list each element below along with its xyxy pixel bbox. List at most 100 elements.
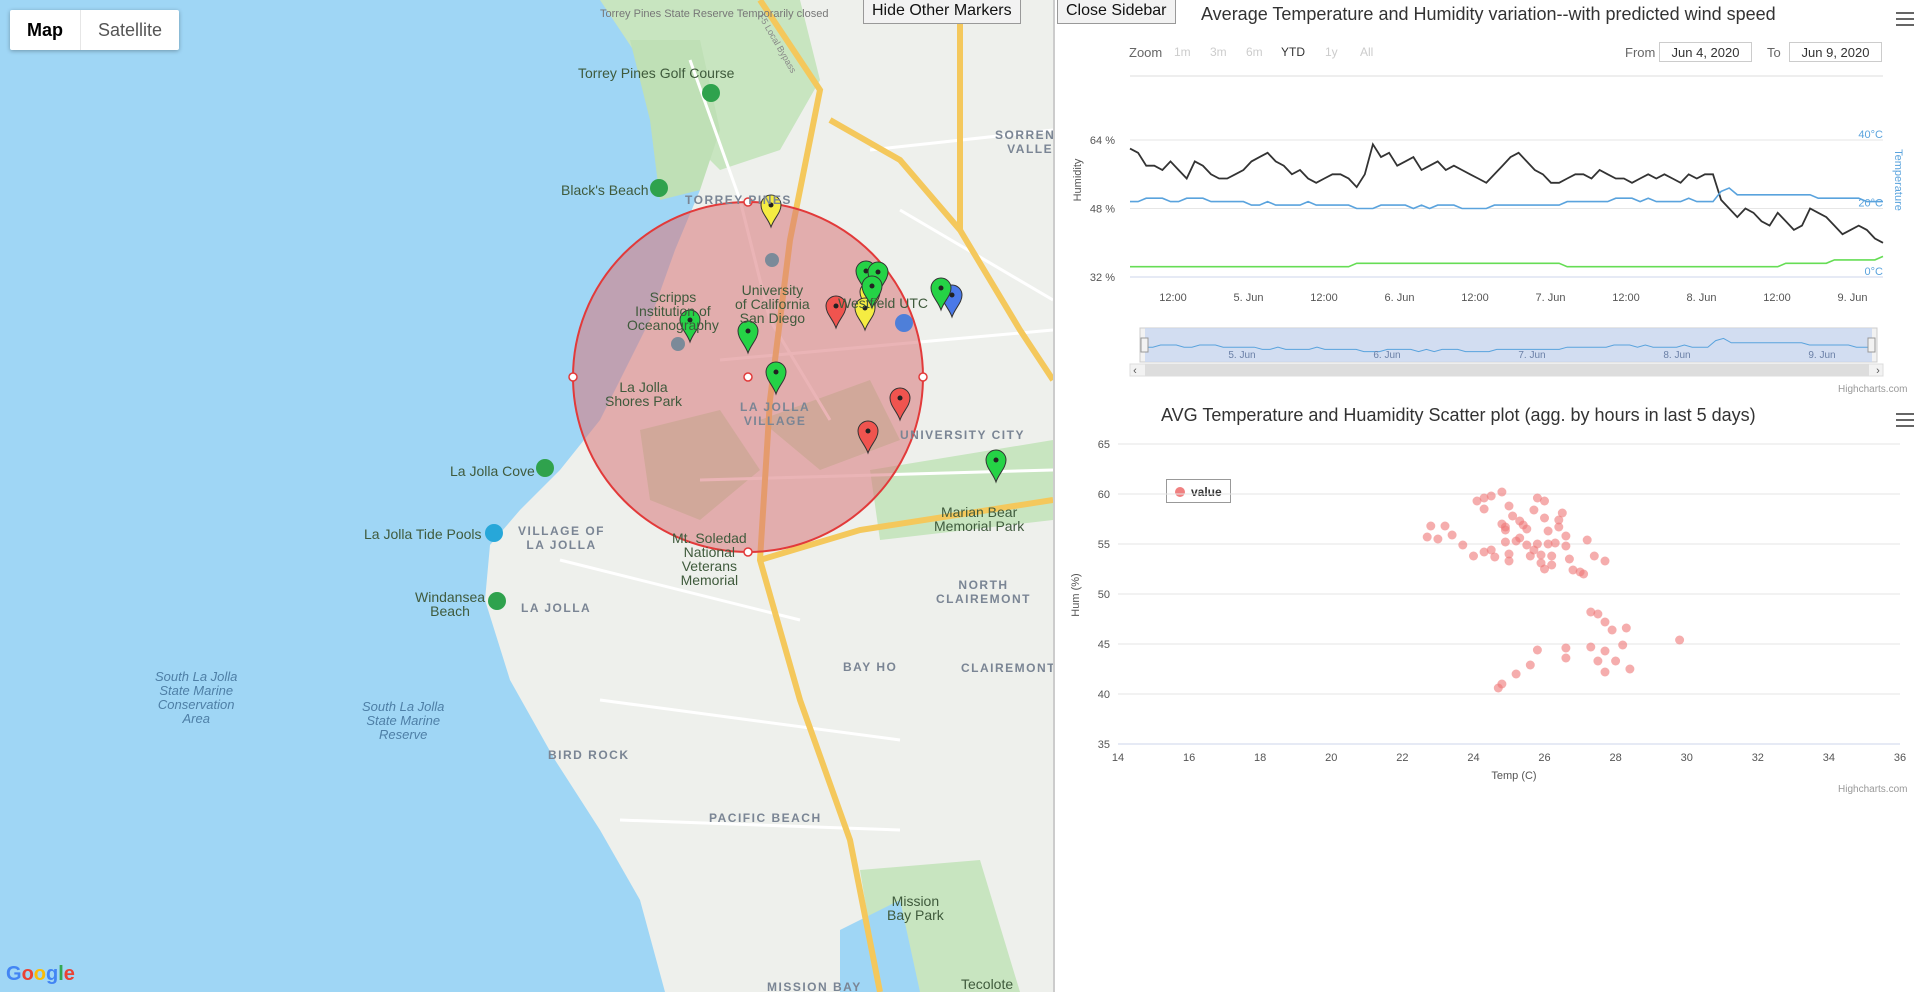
label-la-jolla-village: LA JOLLA VILLAGE — [740, 400, 811, 428]
from-date-input[interactable]: Jun 4, 2020 — [1659, 42, 1752, 62]
label-westfield: Westfield UTC — [838, 295, 928, 311]
chart1-series-line — [1130, 187, 1883, 210]
chart2-point — [1504, 556, 1514, 566]
chart2-x-tick: 14 — [1112, 752, 1124, 764]
zoom-3m-button[interactable]: 3m — [1210, 45, 1227, 59]
chart2-point — [1543, 526, 1553, 536]
chart1-scrollbar[interactable] — [1145, 364, 1869, 376]
label-clairemont: CLAIREMONT — [961, 661, 1053, 675]
chart1-x-tick: 8. Jun — [1687, 292, 1717, 304]
chart2-point — [1500, 525, 1510, 535]
hide-other-markers-button[interactable]: Hide Other Markers — [863, 0, 1021, 24]
chart2-point — [1600, 617, 1610, 627]
label-pacific-beach: PACIFIC BEACH — [709, 811, 822, 825]
chart2-point — [1675, 635, 1685, 645]
chart2-x-tick: 22 — [1396, 752, 1408, 764]
map-type-control: Map Satellite — [10, 10, 180, 50]
zoom-ytd-button[interactable]: YTD — [1281, 45, 1305, 59]
chart2-x-title: Temp (C) — [1491, 770, 1536, 782]
label-blacks-beach: Black's Beach — [561, 182, 649, 198]
chart1-navigator-handle-right[interactable] — [1867, 337, 1876, 353]
zoom-all-button[interactable]: All — [1360, 45, 1373, 59]
chart2-point — [1561, 531, 1571, 541]
label-windansea: Windansea Beach — [415, 589, 486, 619]
chart2-x-tick: 24 — [1467, 752, 1479, 764]
label-university-city: UNIVERSITY CITY — [900, 428, 1025, 442]
chart2-point — [1600, 556, 1610, 566]
chart1-x-tick: 7. Jun — [1536, 292, 1566, 304]
label-north-clairemont: NORTH CLAIREMONT — [936, 578, 1031, 606]
chart1-y-right-tick: 40°C — [1858, 129, 1883, 141]
chart2-point — [1600, 646, 1610, 656]
chart1-navigator-tick: 9. Jun — [1808, 350, 1835, 361]
chart2-point — [1593, 609, 1603, 619]
chart2-x-tick: 28 — [1610, 752, 1622, 764]
chart2-y-tick: 35 — [1098, 739, 1110, 751]
chart2-y-tick: 50 — [1098, 589, 1110, 601]
chart2-point — [1511, 669, 1521, 679]
zoom-1y-button[interactable]: 1y — [1325, 45, 1338, 59]
chart2-y-tick: 55 — [1098, 539, 1110, 551]
map-view[interactable]: Torrey Pines State Reserve Temporarily c… — [0, 0, 1053, 992]
chart1-y-right-title: Temperature — [1892, 149, 1904, 211]
chart2-x-tick: 36 — [1894, 752, 1906, 764]
chart1-credit[interactable]: Highcharts.com — [1838, 384, 1907, 395]
chart2-point — [1618, 640, 1628, 650]
chart1-plot[interactable]: 64 %48 %32 %40°C20°C0°CHumidity Temperatu… — [1055, 60, 1920, 390]
label-bird-rock: BIRD ROCK — [548, 748, 630, 762]
label-village-of-la-jolla: VILLAGE OF LA JOLLA — [518, 524, 605, 552]
chart2-y-tick: 65 — [1098, 439, 1110, 451]
chart2-y-title: Hum (%) — [1070, 573, 1082, 616]
map-type-satellite-button[interactable]: Satellite — [81, 10, 179, 50]
chart2-point — [1493, 683, 1503, 693]
map-type-map-button[interactable]: Map — [10, 10, 81, 50]
chart2-point — [1579, 569, 1589, 579]
chart2-y-tick: 60 — [1098, 489, 1110, 501]
chart2-point — [1540, 564, 1549, 574]
chart2-point — [1593, 656, 1603, 666]
chart1-x-tick: 12:00 — [1612, 292, 1640, 304]
chart1-navigator-handle-left[interactable] — [1140, 337, 1149, 353]
map-marker-red[interactable] — [889, 387, 911, 422]
chart2-point — [1554, 515, 1564, 525]
chart2-credit[interactable]: Highcharts.com — [1838, 784, 1907, 795]
chart2-point — [1497, 487, 1507, 497]
close-sidebar-button[interactable]: Close Sidebar — [1057, 0, 1176, 24]
label-marine-reserve: South La Jolla State Marine Reserve — [362, 699, 445, 742]
chart1-navigator-tick: 6. Jun — [1373, 350, 1400, 361]
chart2-point — [1540, 513, 1549, 523]
label-la-jolla-cove: La Jolla Cove — [450, 463, 535, 479]
zoom-1m-button[interactable]: 1m — [1174, 45, 1191, 59]
map-marker-green[interactable] — [765, 361, 787, 396]
label-marian-bear: Marian Bear Memorial Park — [934, 504, 1025, 534]
label-mt-soledad: Mt. Soledad National Veterans Memorial — [672, 530, 747, 588]
to-date-input[interactable]: Jun 9, 2020 — [1789, 42, 1882, 62]
marker-dot-icon — [865, 428, 871, 434]
chart1-y-left-tick: 32 % — [1090, 272, 1115, 284]
marker-dot-icon — [993, 457, 999, 463]
chart2-point — [1500, 537, 1510, 547]
zoom-6m-button[interactable]: 6m — [1246, 45, 1263, 59]
chart2-point — [1440, 521, 1450, 531]
map-marker-green[interactable] — [985, 449, 1007, 484]
chart2-point — [1564, 554, 1574, 564]
zoom-label: Zoom — [1129, 45, 1163, 60]
chart2-point — [1561, 643, 1571, 653]
chart2-point — [1504, 501, 1514, 511]
chart2-point — [1490, 552, 1500, 562]
google-logo: Google — [6, 963, 75, 985]
map-marker-red[interactable] — [857, 420, 879, 455]
label-la-jolla: LA JOLLA — [521, 601, 592, 615]
chart1-menu-icon[interactable] — [1896, 12, 1914, 26]
chart2-plot[interactable]: 65 60 55 50 45 40 3514 16 18 20 22 24 26 28 30 32 34 36 Te… — [1055, 430, 1920, 790]
chart1-y-right-tick: 0°C — [1865, 266, 1884, 278]
marker-layer[interactable] — [0, 0, 1053, 992]
sidebar: Close Sidebar Average Temperature and Hu… — [1053, 0, 1920, 992]
chart2-menu-icon[interactable] — [1896, 413, 1914, 427]
marker-pin-icon — [985, 449, 1007, 484]
chart2-point — [1426, 521, 1436, 531]
chart2-x-tick: 18 — [1254, 752, 1266, 764]
label-la-jolla-shores: La Jolla Shores Park — [605, 379, 683, 409]
chart2-point — [1561, 541, 1571, 551]
chart2-point — [1589, 551, 1599, 561]
